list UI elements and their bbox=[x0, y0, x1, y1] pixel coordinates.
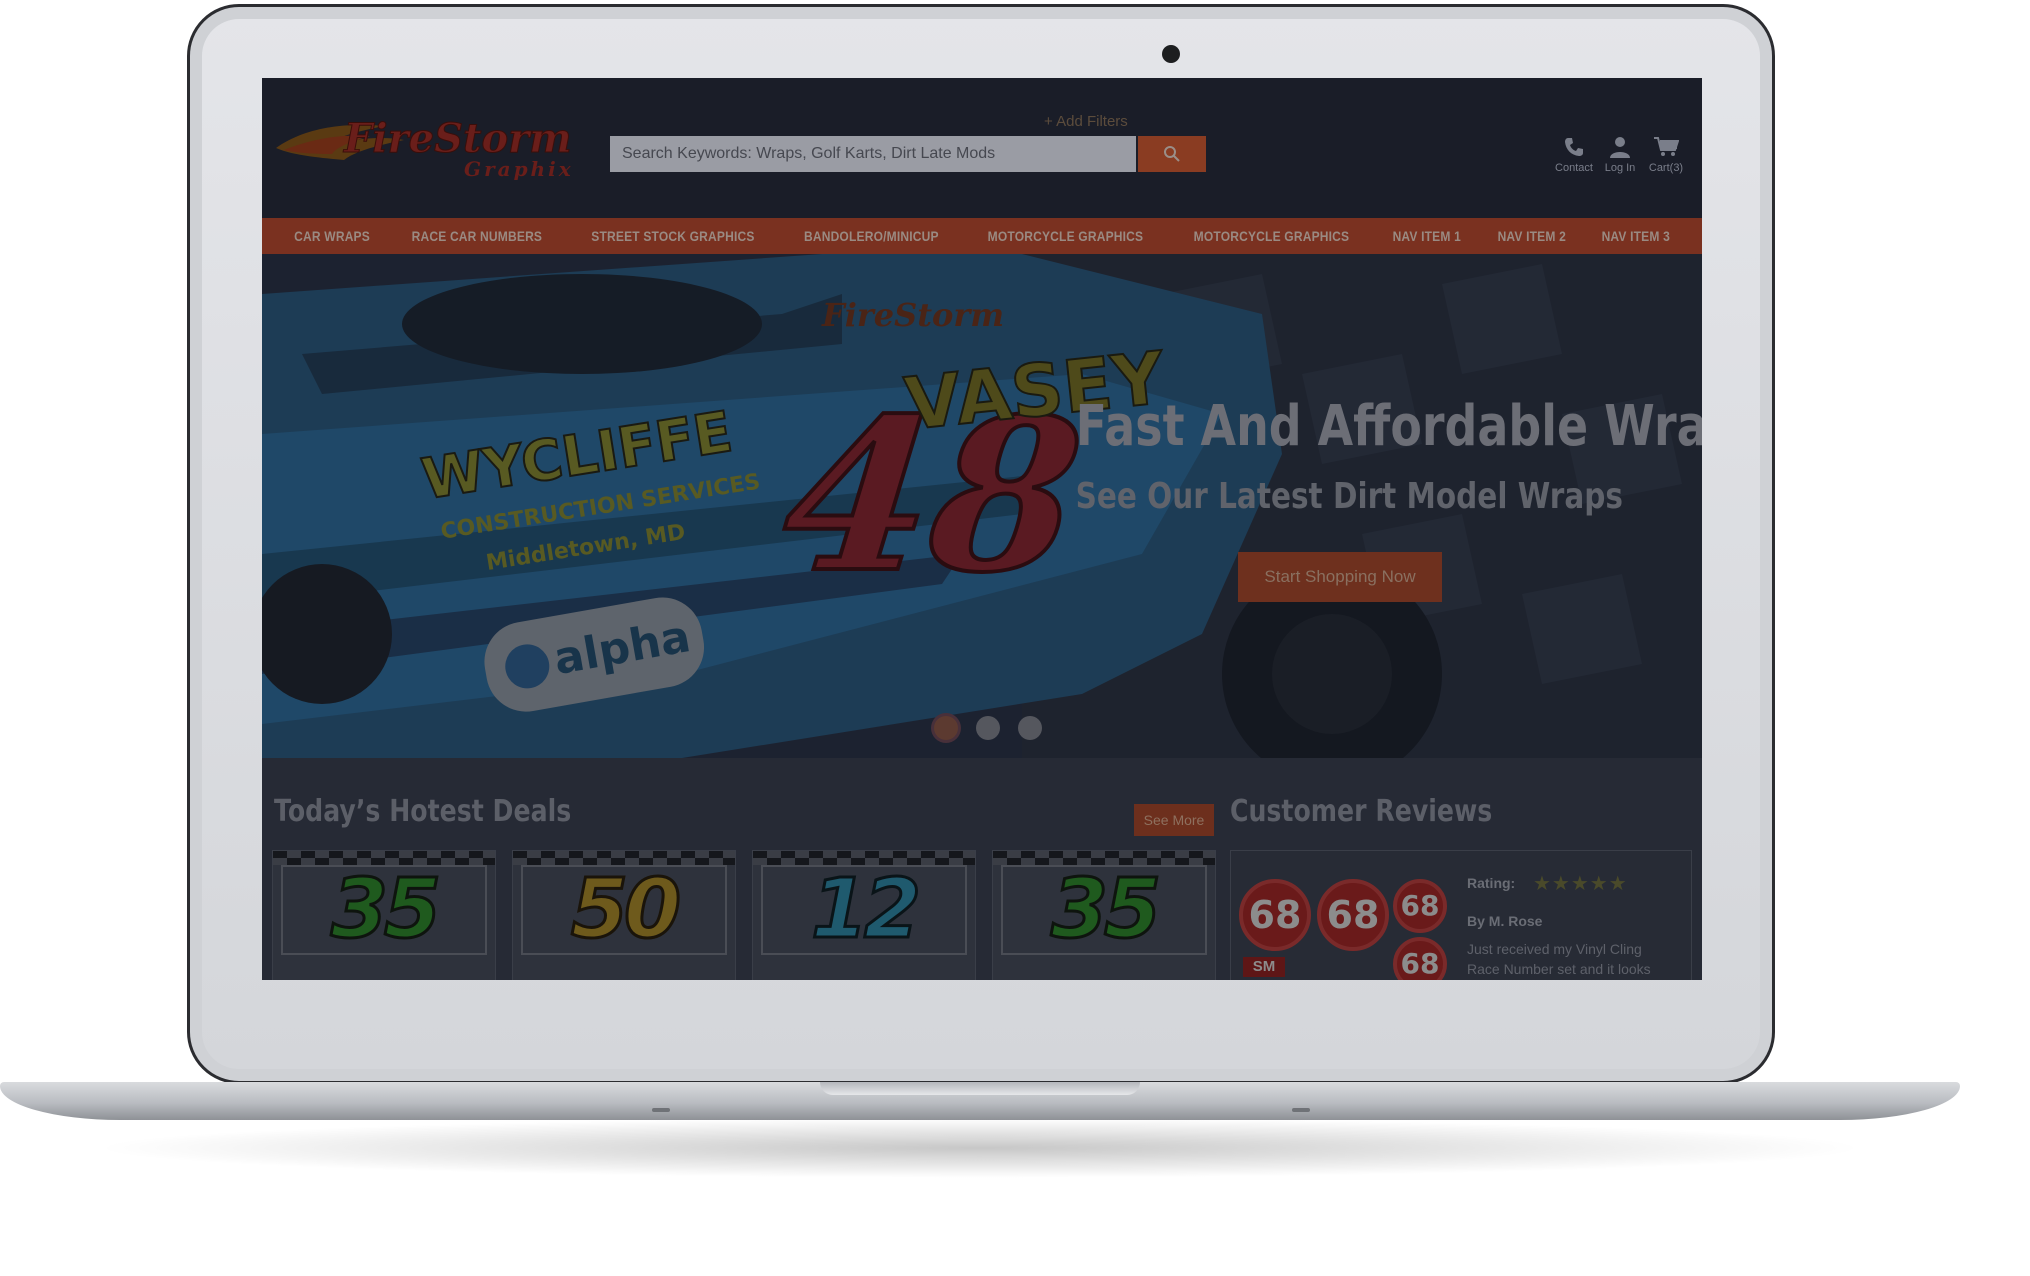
nav-item-motorcycle-graphics[interactable]: MOTORCYCLE GRAPHICS bbox=[988, 228, 1144, 244]
camera bbox=[1162, 45, 1180, 63]
phone-icon bbox=[1565, 138, 1583, 156]
review-card[interactable]: 68 68 68 68 SM Rating: ★★★★★ By M. Rose … bbox=[1230, 850, 1692, 980]
review-sm-tag: SM bbox=[1243, 957, 1285, 977]
deal-card[interactable]: 35 bbox=[992, 850, 1216, 980]
hero-banner: alpha WYCLIFFE CONSTRUCTION SERVICES Mid… bbox=[262, 254, 1702, 758]
flame-logo-icon: FireStorm Graphix bbox=[276, 115, 574, 181]
contact-label: Contact bbox=[1555, 162, 1593, 174]
deals-section: Today’s Hotest Deals See More 35 50 12 3… bbox=[262, 758, 1702, 980]
slide-dot-1[interactable] bbox=[934, 716, 958, 740]
review-product-badge: 68 bbox=[1393, 879, 1447, 933]
add-filters-link[interactable]: + Add Filters bbox=[1044, 113, 1128, 130]
reviews-title: Customer Reviews bbox=[1230, 794, 1493, 829]
search-icon bbox=[1164, 146, 1180, 162]
deals-title: Today’s Hotest Deals bbox=[274, 794, 572, 829]
deal-card[interactable]: 50 bbox=[512, 850, 736, 980]
browser-screen: FireStorm Graphix + Add Filters Contact … bbox=[262, 78, 1702, 980]
hero-title: Fast And Affordable Wraps bbox=[1075, 394, 1702, 459]
laptop-notch bbox=[820, 1082, 1140, 1095]
rating-label: Rating: bbox=[1467, 875, 1516, 891]
nav-item-motorcycle-graphics-2[interactable]: MOTORCYCLE GRAPHICS bbox=[1194, 228, 1350, 244]
deal-number: 50 bbox=[569, 862, 682, 957]
search-button[interactable] bbox=[1138, 136, 1206, 172]
cart-link[interactable]: Cart(3) bbox=[1636, 136, 1696, 174]
nav-item-race-car-numbers[interactable]: RACE CAR NUMBERS bbox=[412, 228, 543, 244]
review-product-badge: 68 bbox=[1317, 879, 1389, 951]
login-label: Log In bbox=[1604, 162, 1636, 174]
nav-item-2[interactable]: NAV ITEM 2 bbox=[1497, 228, 1565, 244]
nav-item-bandolero-minicup[interactable]: BANDOLERO/MINICUP bbox=[804, 228, 939, 244]
deal-number: 35 bbox=[1049, 862, 1162, 957]
cart-icon bbox=[1654, 137, 1679, 156]
svg-text:FireStorm: FireStorm bbox=[821, 296, 1004, 334]
site-logo[interactable]: FireStorm Graphix bbox=[274, 108, 582, 184]
main-nav: CAR WRAPS RACE CAR NUMBERS STREET STOCK … bbox=[262, 218, 1702, 254]
review-author: By M. Rose bbox=[1467, 913, 1543, 929]
nav-item-street-stock-graphics[interactable]: STREET STOCK GRAPHICS bbox=[591, 228, 754, 244]
cart-label: Cart(3) bbox=[1648, 162, 1684, 174]
review-text: Just received my Vinyl Cling Race Number… bbox=[1467, 941, 1651, 977]
laptop-foot bbox=[1292, 1108, 1310, 1112]
slide-dot-3[interactable] bbox=[1018, 716, 1042, 740]
see-more-button[interactable]: See More bbox=[1134, 804, 1214, 836]
search-input[interactable] bbox=[610, 136, 1136, 172]
start-shopping-button[interactable]: Start Shopping Now bbox=[1238, 552, 1442, 602]
laptop-foot bbox=[652, 1108, 670, 1112]
nav-item-car-wraps[interactable]: CAR WRAPS bbox=[294, 228, 370, 244]
nav-item-3[interactable]: NAV ITEM 3 bbox=[1602, 228, 1670, 244]
deal-number: 35 bbox=[329, 862, 442, 957]
hero-subtitle: See Our Latest Dirt Model Wraps bbox=[1075, 476, 1623, 517]
deal-number: 12 bbox=[809, 862, 922, 957]
svg-text:FireStorm: FireStorm bbox=[343, 115, 572, 162]
user-icon bbox=[1610, 137, 1630, 158]
site-header: FireStorm Graphix + Add Filters Contact … bbox=[262, 78, 1702, 218]
rating-stars: ★★★★★ bbox=[1533, 873, 1628, 895]
deal-card[interactable]: 35 bbox=[272, 850, 496, 980]
laptop-shadow bbox=[90, 1118, 1870, 1178]
nav-item-1[interactable]: NAV ITEM 1 bbox=[1393, 228, 1461, 244]
deal-card[interactable]: 12 bbox=[752, 850, 976, 980]
svg-text:Graphix: Graphix bbox=[464, 157, 574, 181]
slide-dot-2[interactable] bbox=[976, 716, 1000, 740]
review-product-badge: 68 bbox=[1239, 879, 1311, 951]
review-product-badge: 68 bbox=[1393, 937, 1447, 980]
